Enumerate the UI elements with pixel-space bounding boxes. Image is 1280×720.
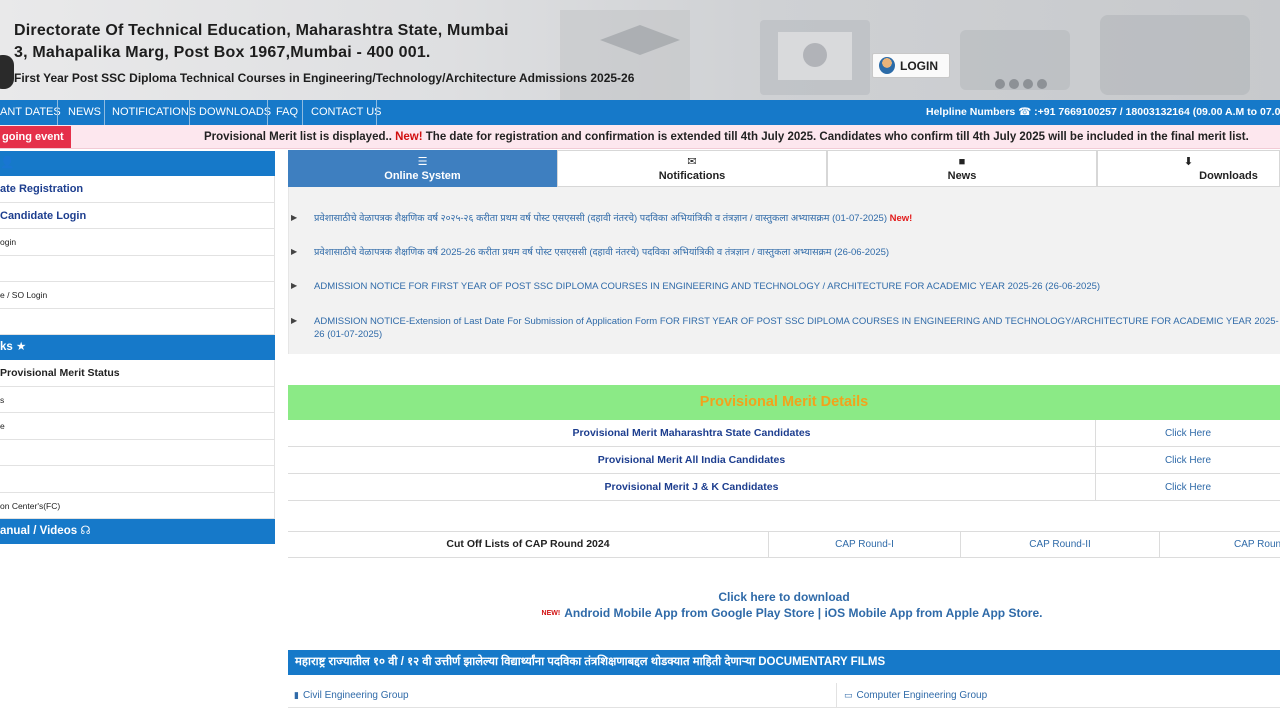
doc-label: Computer Engineering Group [856, 690, 988, 701]
login-button[interactable]: LOGIN [872, 53, 950, 78]
doc-computer-engineering[interactable]: ▭ Computer Engineering Group [837, 683, 1280, 708]
sidebar-item-candidate-login[interactable]: Candidate Login [0, 202, 275, 229]
nav-separator [267, 100, 268, 125]
header-title-line2: 3, Mahapalika Marg, Post Box 1967,Mumbai… [14, 44, 431, 61]
ios-app-link[interactable]: iOS Mobile App from Apple App Store. [824, 606, 1042, 620]
tab-label: Downloads [1199, 170, 1258, 182]
left-sidebar: 👤 ate Registration Candidate Login ogin … [0, 151, 275, 544]
cutoff-round-2-link[interactable]: CAP Round-II [961, 532, 1160, 557]
nav-separator [104, 100, 105, 125]
nav-downloads[interactable]: DOWNLOADS [194, 100, 276, 125]
sidebar-link[interactable] [0, 439, 275, 466]
header-subtitle: First Year Post SSC Diploma Technical Co… [14, 71, 635, 85]
sidebar-link[interactable]: e [0, 413, 275, 440]
site-header: Directorate Of Technical Education, Maha… [0, 0, 1280, 100]
notice-text: प्रवेशासाठीचे वेळापत्रक शैक्षणिक वर्ष 20… [314, 247, 890, 258]
merit-row-link[interactable]: Click Here [1096, 474, 1280, 500]
news-ticker: going event Provisional Merit list is di… [0, 125, 1280, 149]
sidebar-link[interactable] [0, 466, 275, 493]
nav-news[interactable]: NEWS [63, 100, 106, 125]
sidebar-item-facilitation-center[interactable]: on Center's(FC) [0, 492, 275, 519]
tab-notifications[interactable]: ✉ Notifications [557, 150, 827, 187]
sidebar-link[interactable]: s [0, 386, 275, 413]
book-icon: ▮ [294, 690, 299, 700]
dte-logo [0, 55, 14, 89]
ticker-new-tag: New! [395, 131, 423, 143]
nav-separator [302, 100, 303, 125]
cutoff-round-3-link[interactable]: CAP Round [1160, 532, 1280, 557]
ongoing-event-badge: going event [0, 126, 71, 148]
helpline-numbers: Helpline Numbers ☎ :+91 7669100257 / 180… [926, 106, 1280, 118]
header-title-line1: Directorate Of Technical Education, Maha… [14, 22, 509, 39]
merit-row-name[interactable]: Provisional Merit All India Candidates [288, 447, 1096, 473]
sidebar-item-login[interactable]: ogin [0, 229, 275, 256]
login-label: LOGIN [900, 58, 938, 73]
cutoff-lists-row: Cut Off Lists of CAP Round 2024 CAP Roun… [288, 531, 1280, 558]
caret-right-icon: ▶ [291, 213, 298, 222]
ticker-message-pre: Provisional Merit list is displayed.. [204, 131, 396, 143]
cutoff-title: Cut Off Lists of CAP Round 2024 [288, 532, 769, 557]
top-nav: ANT DATES NEWS NOTIFICATIONS DOWNLOADS F… [0, 100, 1280, 125]
provisional-merit-table: Provisional Merit Details Provisional Me… [288, 385, 1280, 501]
nav-separator [189, 100, 190, 125]
sidebar-item-candidate-registration[interactable]: ate Registration [0, 176, 275, 203]
desktop-icon: ▭ [844, 690, 853, 700]
ticker-message[interactable]: Provisional Merit list is displayed.. Ne… [204, 125, 1249, 149]
app-links: NEW! Android Mobile App from Google Play … [288, 605, 1280, 622]
nav-faq[interactable]: FAQ [271, 100, 303, 125]
file-icon: ■ [958, 156, 966, 168]
link-separator: | [814, 606, 825, 620]
merit-row-link[interactable]: Click Here [1096, 447, 1280, 473]
download-heading[interactable]: Click here to download [288, 589, 1280, 605]
user-icon: 👤 [0, 157, 15, 169]
mobile-app-download: Click here to download NEW! Android Mobil… [288, 589, 1280, 622]
sidebar-item-provisional-merit-status[interactable]: Provisional Merit Status [0, 360, 275, 387]
tab-label: Notifications [658, 170, 726, 182]
merit-row-name[interactable]: Provisional Merit Maharashtra State Cand… [288, 420, 1096, 446]
new-badge: NEW! [541, 609, 561, 617]
documentary-films-header: महाराष्ट्र राज्यातील १० वी / १२ वी उत्ती… [288, 650, 1280, 675]
nav-notifications[interactable]: NOTIFICATIONS [107, 100, 201, 125]
tab-label: News [947, 170, 977, 182]
notice-text: ADMISSION NOTICE FOR FIRST YEAR OF POST … [314, 281, 1101, 292]
merit-title: Provisional Merit Details [288, 385, 1280, 420]
android-app-link[interactable]: Android Mobile App from Google Play Stor… [564, 606, 814, 620]
envelope-icon: ✉ [687, 156, 697, 168]
table-row: Provisional Merit J & K Candidates Click… [288, 474, 1280, 501]
content-tabs: ☰ Online System ✉ Notifications ■ News ⬇… [288, 150, 1280, 187]
sidebar-quick-links-header: ks ★ [0, 335, 275, 360]
sidebar-item-blank[interactable] [0, 308, 275, 335]
sidebar-manual-videos-header[interactable]: anual / Videos ☊ [0, 519, 275, 544]
notice-new-tag: New! [889, 213, 913, 224]
table-row: Provisional Merit All India Candidates C… [288, 447, 1280, 474]
tab-news[interactable]: ■ News [827, 150, 1097, 187]
nav-important-dates[interactable]: ANT DATES [0, 100, 66, 125]
sidebar-item-blank[interactable] [0, 255, 275, 282]
user-icon [879, 57, 895, 74]
cutoff-round-1-link[interactable]: CAP Round-I [769, 532, 961, 557]
sidebar-login-header: 👤 [0, 151, 275, 176]
nav-separator [57, 100, 58, 125]
caret-right-icon: ▶ [291, 281, 298, 290]
list-icon: ☰ [417, 156, 428, 168]
notices-panel: ▶ प्रवेशासाठीचे वेळापत्रक शैक्षणिक वर्ष … [288, 187, 1280, 354]
caret-right-icon: ▶ [291, 316, 298, 325]
notice-text: प्रवेशासाठीचे वेळापत्रक शैक्षणिक वर्ष २०… [314, 213, 887, 224]
sidebar-item-so-login[interactable]: e / SO Login [0, 282, 275, 309]
download-icon: ⬇ [1183, 156, 1194, 168]
caret-right-icon: ▶ [291, 247, 298, 256]
nav-separator [376, 100, 377, 125]
tab-downloads[interactable]: ⬇ Downloads [1097, 150, 1280, 187]
tab-online-system[interactable]: ☰ Online System [288, 150, 557, 187]
doc-label: Civil Engineering Group [302, 690, 409, 701]
notice-text: ADMISSION NOTICE-Extension of Last Date … [314, 316, 1279, 340]
table-row: Provisional Merit Maharashtra State Cand… [288, 420, 1280, 447]
ticker-message-post: The date for registration and confirmati… [422, 131, 1249, 143]
nav-contact-us[interactable]: CONTACT US [306, 100, 387, 125]
doc-civil-engineering[interactable]: ▮ Civil Engineering Group [288, 683, 837, 708]
merit-row-link[interactable]: Click Here [1096, 420, 1280, 446]
merit-row-name[interactable]: Provisional Merit J & K Candidates [288, 474, 1096, 500]
tab-label: Online System [384, 170, 461, 182]
